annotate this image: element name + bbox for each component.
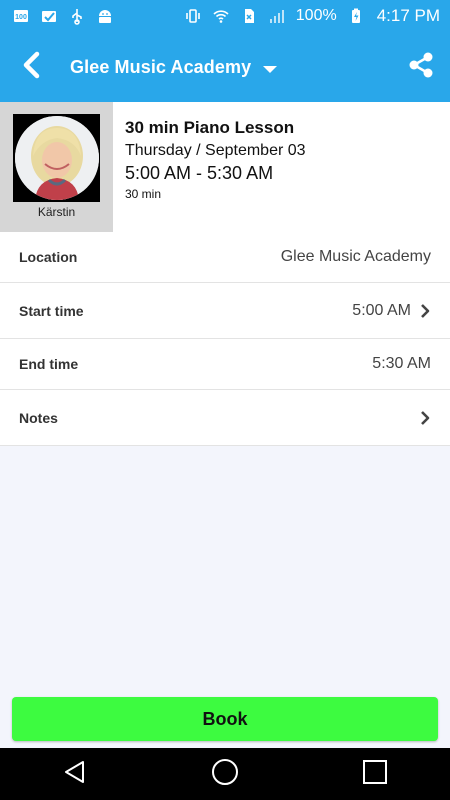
end-time-row: End time 5:30 AM	[0, 339, 450, 390]
end-time-value: 5:30 AM	[372, 355, 431, 372]
chevron-right-icon	[419, 303, 431, 319]
status-right-icons: 100% 4:17 PM	[184, 6, 440, 26]
teacher-panel: Kärstin	[0, 102, 113, 232]
lesson-duration: 30 min	[125, 187, 162, 201]
lesson-details: Location Glee Music Academy Start time 5…	[0, 232, 450, 446]
lesson-info: 30 min Piano Lesson Thursday / September…	[125, 118, 306, 201]
status-clock: 4:17 PM	[376, 6, 440, 25]
notification-100-icon: 100	[12, 7, 30, 25]
nav-recents-button[interactable]	[345, 748, 405, 800]
caret-down-icon	[263, 65, 278, 73]
status-left-icons: 100	[12, 7, 114, 25]
usb-icon	[68, 7, 86, 25]
share-icon	[407, 51, 435, 84]
share-button[interactable]	[404, 50, 438, 84]
start-time-value: 5:00 AM	[352, 301, 411, 319]
location-row: Location Glee Music Academy	[0, 232, 450, 283]
avatar-frame	[13, 114, 100, 202]
academy-selector[interactable]: Glee Music Academy	[70, 56, 278, 78]
nav-back-button[interactable]	[45, 748, 105, 800]
android-icon	[96, 7, 114, 25]
image-check-icon	[40, 7, 58, 25]
lesson-time-range: 5:00 AM - 5:30 AM	[125, 163, 274, 183]
lesson-date: Thursday / September 03	[125, 142, 306, 159]
location-value: Glee Music Academy	[280, 248, 431, 265]
nav-home-button[interactable]	[195, 748, 255, 800]
square-recents-icon	[362, 759, 388, 790]
battery-percentage: 100%	[295, 7, 337, 24]
chevron-right-icon	[419, 410, 431, 426]
wifi-icon	[212, 7, 230, 25]
start-time-label: Start time	[19, 302, 84, 319]
circle-home-icon	[211, 758, 239, 791]
signal-icon	[268, 7, 286, 25]
book-button[interactable]: Book	[12, 697, 438, 741]
vibrate-icon	[184, 7, 202, 25]
back-button[interactable]	[20, 47, 54, 87]
notes-row[interactable]: Notes	[0, 390, 450, 446]
lesson-title: 30 min Piano Lesson	[125, 118, 295, 137]
battery-icon	[347, 7, 365, 25]
status-bar: 100 100% 4:17 PM	[0, 0, 450, 32]
triangle-back-icon	[62, 759, 88, 790]
location-label: Location	[19, 249, 78, 265]
end-time-label: End time	[19, 356, 79, 372]
svg-text:100: 100	[15, 14, 27, 21]
system-nav-bar	[0, 748, 450, 800]
app-bar: Glee Music Academy	[0, 32, 450, 102]
chevron-left-icon	[20, 51, 42, 84]
lesson-card: Kärstin 30 min Piano Lesson Thursday / S…	[0, 102, 450, 233]
start-time-row[interactable]: Start time 5:00 AM	[0, 283, 450, 339]
teacher-name: Kärstin	[37, 205, 76, 219]
notes-label: Notes	[19, 409, 58, 426]
app-title: Glee Music Academy	[70, 56, 252, 77]
no-sim-icon	[240, 7, 258, 25]
teacher-avatar	[14, 116, 99, 200]
